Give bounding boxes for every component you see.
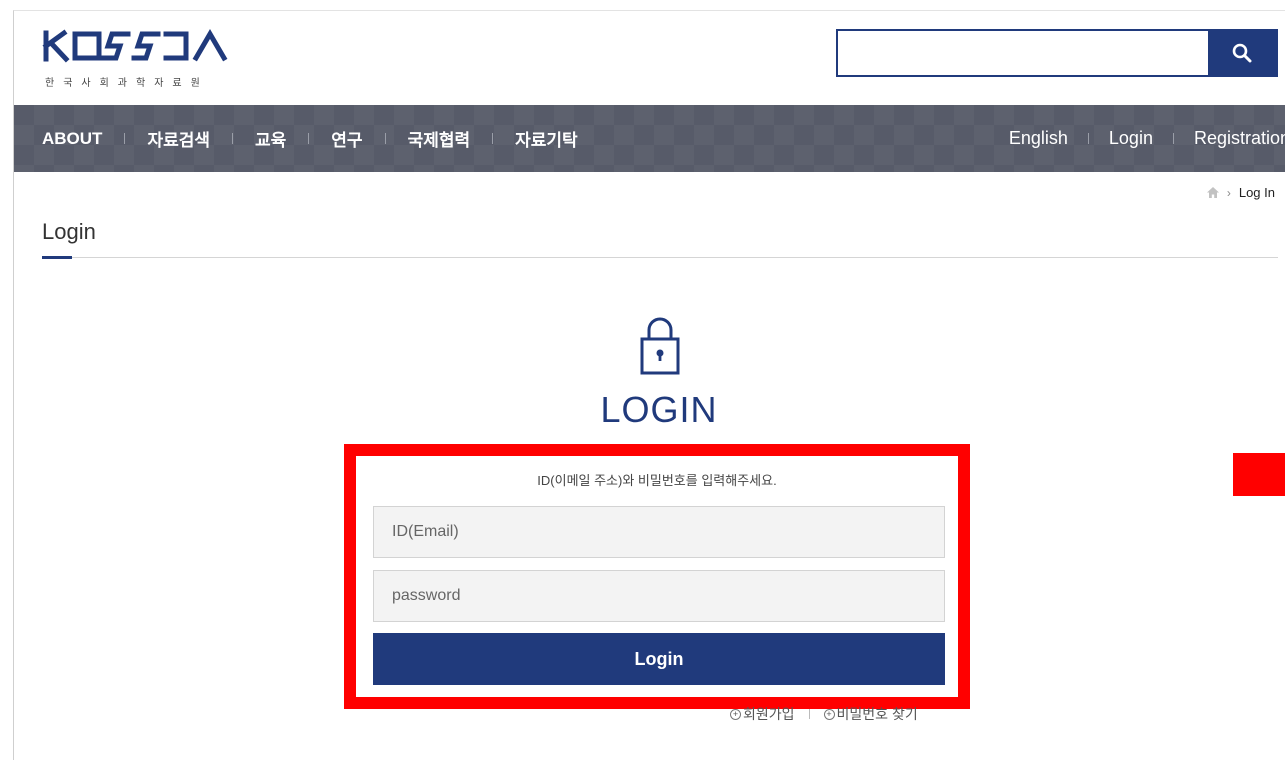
login-form: ID(이메일 주소)와 비밀번호를 입력해주세요. Login [344,444,970,709]
breadcrumb: › Log In [1206,185,1275,200]
page-title: Login [42,219,96,244]
search-bar [836,29,1278,77]
search-button[interactable] [1208,31,1276,75]
nav-link-login[interactable]: Login [1109,128,1153,149]
link-divider [808,709,810,719]
nav-item-international[interactable]: 국제협력 [408,126,471,151]
nav-utility-menu: English Login Registration [1009,105,1285,172]
password-field[interactable] [373,570,945,622]
login-heading: LOGIN [600,389,718,430]
logo-mark [42,29,228,63]
signup-link[interactable]: 회원가입 [743,704,795,724]
nav-divider [1087,133,1089,144]
account-links: + 회원가입 + 비밀번호 찾기 [730,704,918,724]
nav-divider [492,133,494,144]
nav-divider [124,133,126,144]
plus-circle-icon: + [823,708,835,720]
find-password-link[interactable]: 비밀번호 찾기 [837,704,918,724]
nav-item-data-search[interactable]: 자료검색 [147,126,210,151]
nav-item-data-deposit[interactable]: 자료기탁 [515,126,578,151]
kossda-logo[interactable]: 한국사회과학자료원 [42,29,262,89]
search-icon [1232,43,1252,63]
nav-divider [232,133,234,144]
id-email-field[interactable] [373,506,945,558]
breadcrumb-current: Log In [1238,185,1275,200]
nav-link-registration[interactable]: Registration [1194,128,1285,149]
home-icon[interactable] [1206,187,1219,198]
nav-divider [308,133,310,144]
main-nav: ABOUT 자료검색 교육 연구 국제협력 자료기탁 English Login… [14,105,1285,172]
login-button[interactable]: Login [373,633,945,685]
nav-primary-menu: ABOUT 자료검색 교육 연구 국제협력 자료기탁 [42,105,578,172]
page-frame: 한국사회과학자료원 ABOUT 자료검색 교육 연구 국제협력 자료기탁 Eng… [13,10,1285,760]
title-divider [42,257,1278,258]
chevron-right-icon: › [1226,185,1231,200]
search-input[interactable] [838,31,1208,75]
lock-icon [640,317,680,375]
nav-item-research[interactable]: 연구 [331,126,362,151]
nav-divider [384,133,386,144]
nav-link-english[interactable]: English [1009,128,1068,149]
nav-item-about[interactable]: ABOUT [42,129,102,149]
plus-circle-icon: + [730,708,741,720]
title-accent-bar [42,256,72,259]
highlight-marker [1233,453,1285,496]
logo-subtitle: 한국사회과학자료원 [45,78,209,89]
nav-divider [1172,133,1174,144]
login-instruction: ID(이메일 주소)와 비밀번호를 입력해주세요. [537,473,777,488]
nav-item-education[interactable]: 교육 [255,126,286,151]
